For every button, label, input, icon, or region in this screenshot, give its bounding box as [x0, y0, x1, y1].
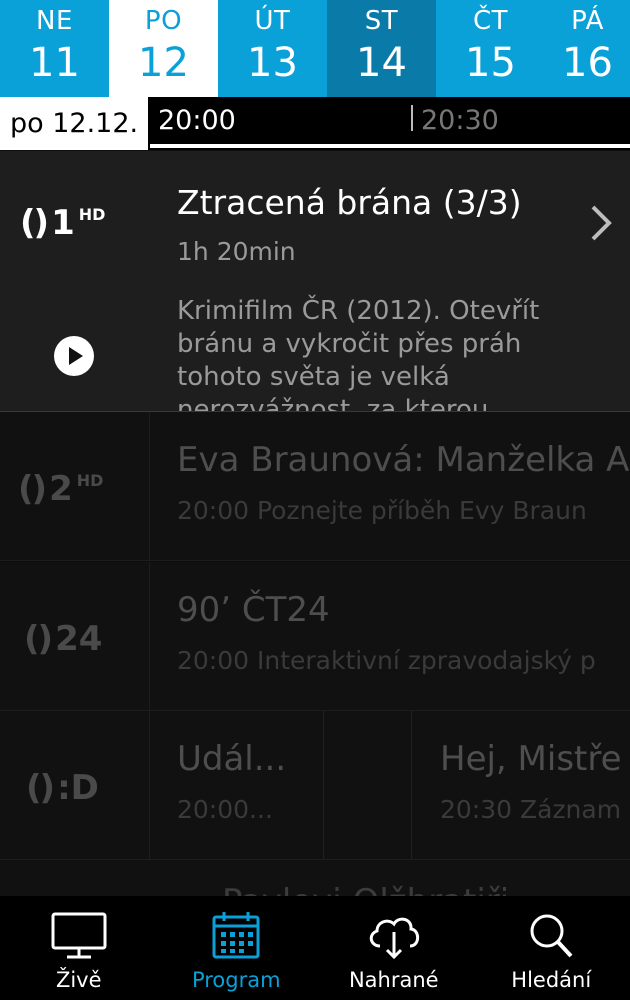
logo-bracket: () — [26, 768, 55, 808]
day-number: 12 — [138, 40, 189, 86]
day-selector: NE 11 PO 12 ÚT 13 ST 14 ČT 15 PÁ 16 — [0, 0, 630, 97]
day-tab-thursday[interactable]: ČT 15 — [436, 0, 545, 97]
day-tab-friday[interactable]: PÁ 16 — [545, 0, 630, 97]
program-description: Krimifilm ČR (2012). Otevřít bránu a vyk… — [177, 296, 540, 412]
play-icon[interactable] — [54, 336, 94, 376]
program-divider — [323, 711, 324, 859]
chevron-right-icon[interactable] — [588, 203, 614, 243]
logo-number: 24 — [55, 619, 103, 659]
day-abbr: ST — [364, 6, 399, 36]
day-number: 13 — [247, 40, 298, 86]
featured-program-row[interactable]: () 1 HD Ztracená brána (3/3) 1h 20min Kr… — [0, 151, 630, 412]
nav-program[interactable]: Program — [158, 896, 316, 1000]
logo-hd: HD — [78, 205, 106, 224]
nav-recorded[interactable]: Nahrané — [315, 896, 473, 1000]
program-duration: 1h 20min — [177, 237, 296, 266]
logo-number: 1 — [51, 203, 75, 243]
time-label-next: 20:30 — [421, 105, 499, 136]
logo-bracket: () — [24, 619, 53, 659]
logo-hd: HD — [76, 471, 104, 490]
search-icon — [530, 914, 573, 958]
channel-row-ct24[interactable]: () 24 90’ ČT24 20:00 Interaktivní zpravo… — [0, 562, 630, 711]
cloud-download-icon — [369, 917, 419, 960]
day-abbr: PO — [144, 6, 183, 36]
channel-logo-cell: () 2 HD — [0, 412, 150, 560]
channel-row-ctd[interactable]: () :D Udál... 20:00... Hej, Mistře 20:30… — [0, 711, 630, 860]
day-tab-wednesday[interactable]: ST 14 — [327, 0, 436, 97]
nav-label: Živě — [55, 968, 102, 992]
day-number: 15 — [465, 40, 516, 86]
program-description: 20:00... — [177, 795, 273, 824]
nav-live[interactable]: Živě — [0, 896, 158, 1000]
nav-label: Nahrané — [348, 968, 439, 992]
channel-logo-ct24: () 24 — [24, 619, 102, 659]
program-title[interactable]: Hej, Mistře — [440, 739, 622, 779]
day-number: 16 — [562, 40, 613, 86]
day-tab-monday[interactable]: PO 12 — [109, 0, 218, 97]
program-title: Ztracená brána (3/3) — [177, 183, 522, 222]
logo-bracket: () — [20, 203, 49, 243]
day-abbr: NE — [36, 6, 73, 36]
nav-search[interactable]: Hledání — [473, 896, 630, 1000]
program-description: 20:30 Záznam — [440, 795, 622, 824]
day-tab-sunday[interactable]: NE 11 — [0, 0, 109, 97]
day-number: 14 — [356, 40, 407, 86]
channel-logo-cell: () 24 — [0, 562, 150, 710]
channel-logo-ct2: () 2 HD — [18, 469, 103, 509]
time-tick — [411, 105, 413, 131]
logo-bracket: () — [18, 469, 47, 509]
time-label-start: 20:00 — [158, 105, 236, 136]
program-title[interactable]: Eva Braunová: Manželka A — [177, 440, 629, 480]
program-divider — [411, 711, 412, 859]
channel-logo-ctd: () :D — [26, 768, 99, 808]
logo-number: 2 — [49, 469, 73, 509]
program-description: 20:00 Interaktivní zpravodajský p — [177, 646, 596, 675]
calendar-icon — [212, 912, 260, 959]
current-date: po 12.12. — [0, 97, 148, 150]
program-description: 20:00 Poznejte příběh Evy Braun — [177, 496, 587, 525]
channel-logo-ct1: () 1 HD — [20, 203, 105, 243]
day-abbr: ČT — [472, 6, 509, 36]
day-abbr: PÁ — [571, 6, 604, 36]
nav-label: Program — [191, 968, 281, 992]
channel-row-ct2[interactable]: () 2 HD Eva Braunová: Manželka A 20:00 P… — [0, 412, 630, 561]
logo-number: :D — [57, 768, 99, 808]
bottom-navigation: Živě Program Nahrané Hledání — [0, 896, 630, 1000]
program-title[interactable]: 90’ ČT24 — [177, 590, 330, 630]
channel-row-partial[interactable]: Pavlovi Olžbratiři — [0, 860, 630, 900]
program-title[interactable]: Udál... — [177, 739, 286, 779]
nav-label: Hledání — [511, 968, 592, 992]
channel-logo-cell: () :D — [0, 711, 150, 859]
day-tab-tuesday[interactable]: ÚT 13 — [218, 0, 327, 97]
timeline-progress — [150, 144, 630, 148]
day-number: 11 — [29, 40, 80, 86]
time-bar: po 12.12. 20:00 20:30 — [0, 97, 630, 150]
tv-icon — [51, 912, 107, 959]
day-abbr: ÚT — [254, 6, 291, 36]
